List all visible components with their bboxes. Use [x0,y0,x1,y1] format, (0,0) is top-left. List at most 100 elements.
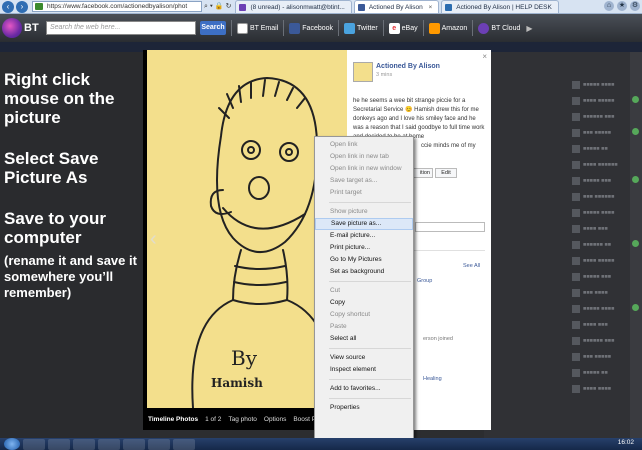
taskbar-app-paint[interactable] [173,438,195,450]
menu-item-save-picture-as[interactable]: Save picture as... [315,218,413,230]
online-status-icon [632,176,639,183]
menu-item-copy[interactable]: Copy [315,297,413,309]
instruction-step-1: Right click mouse on the picture [4,70,115,127]
avatar [572,352,580,361]
post-timestamp[interactable]: 3 mins [376,72,392,78]
edit-button[interactable]: Edit [435,168,457,178]
toolbar-divider [338,20,340,36]
menu-item-open-link-in-new-tab[interactable]: Open link in new tab [315,151,413,163]
back-button[interactable]: ‹ [2,0,14,13]
menu-item-save-target-as[interactable]: Save target as... [315,175,413,187]
menu-item-view-source[interactable]: View source [315,352,413,364]
menu-item-cut[interactable]: Cut [315,285,413,297]
avatar [572,96,580,105]
ebay-icon: e [388,22,400,34]
chat-contact: ■■■■■ ■■■ [572,176,611,185]
page-avatar[interactable] [353,62,373,82]
address-bar[interactable]: https://www.facebook.com/actionedbyaliso… [32,1,202,12]
taskbar-app-ie[interactable] [23,438,45,450]
tab-helpdesk[interactable]: Actioned By Alison | HELP DESK [441,0,559,13]
toolbar-divider [231,20,232,36]
contact-name: ■■■■■ ■■■ [583,177,612,184]
contact-name: ■■■■■ ■■ [583,369,608,376]
tab-label: Actioned By Alison [368,4,423,11]
toolbar-item-bt-email[interactable]: BT Email [237,22,278,34]
album-title[interactable]: Timeline Photos [148,416,198,423]
close-tab-icon[interactable]: × [429,4,433,11]
favorites-star-icon[interactable]: ★ [617,1,627,11]
previous-photo-arrow-icon[interactable]: ‹ [150,228,157,251]
menu-item-set-as-background[interactable]: Set as background [315,266,413,278]
toolbar-item-label: eBay [401,24,418,32]
toolbar-item-facebook[interactable]: Facebook [289,22,333,34]
see-all-link[interactable]: See All [463,263,480,269]
menu-item-open-link[interactable]: Open link [315,139,413,151]
menu-item-select-all[interactable]: Select all [315,333,413,345]
contact-name: ■■■■■ ■■■■ [583,209,615,216]
close-icon[interactable]: × [482,52,487,61]
avatar [572,304,580,313]
tag-photo-link[interactable]: Tag photo [228,416,257,423]
toolbar-item-twitter[interactable]: Twitter [344,22,378,34]
chat-contact: ■■■ ■■■■■ [572,352,611,361]
toolbar-item-bt-cloud[interactable]: BT Cloud [478,22,520,34]
taskbar-app-outlook[interactable] [123,438,145,450]
contact-name: ■■■■■ ■■■ [583,273,612,280]
search-button[interactable]: Search [200,21,226,35]
windows-taskbar: 16:02 [0,438,642,450]
search-input[interactable]: Search the web here... [46,21,196,35]
chat-contact: ■■■■■ ■■ [572,368,608,377]
avatar [572,160,580,169]
tab-facebook[interactable]: Actioned By Alison × [353,0,440,13]
contact-name: ■■■■■ ■■■■ [583,305,615,312]
menu-item-e-mail-picture[interactable]: E-mail picture... [315,230,413,242]
helpdesk-icon [445,4,453,11]
avatar [572,112,580,121]
avatar [572,128,580,137]
forward-button[interactable]: › [16,0,28,13]
address-tools-icon[interactable]: ⌕▾🔒↻ [204,2,233,11]
taskbar-app-explorer[interactable] [48,438,70,450]
toolbar-item-ebay[interactable]: e eBay [388,22,418,34]
menu-item-show-picture[interactable]: Show picture [315,206,413,218]
menu-item-properties[interactable]: Properties [315,402,413,414]
menu-item-print-target[interactable]: Print target [315,187,413,199]
menu-item-paste[interactable]: Paste [315,321,413,333]
avatar [572,256,580,265]
contact-name: ■■■ ■■■■■ [583,129,612,136]
menu-item-print-picture[interactable]: Print picture... [315,242,413,254]
chat-contact: ■■■■ ■■■ [572,224,608,233]
page-name-link[interactable]: Actioned By Alison [376,63,440,70]
tab-label: Actioned By Alison | HELP DESK [456,4,552,11]
home-icon[interactable]: ⌂ [604,1,614,11]
toolbar-more-icon[interactable]: ▶ [526,24,532,33]
menu-item-go-to-my-pictures[interactable]: Go to My Pictures [315,254,413,266]
taskbar-app-word[interactable] [148,438,170,450]
comment-input[interactable] [415,222,485,232]
taskbar-app-media[interactable] [73,438,95,450]
settings-gear-icon[interactable]: ⚙ [630,1,640,11]
group-link[interactable]: Group [417,278,487,285]
tab-email[interactable]: (8 unread) - alisonmwatt@btint... [235,0,352,13]
chat-contact: ■■■■■ ■■■■ [572,80,614,89]
option-button[interactable]: ition [411,168,433,178]
taskbar-app-chrome[interactable] [98,438,120,450]
chat-contact: ■■■ ■■■■ [572,288,608,297]
menu-item-open-link-in-new-window[interactable]: Open link in new window [315,163,413,175]
toolbar-item-amazon[interactable]: Amazon [428,22,467,34]
menu-item-copy-shortcut[interactable]: Copy shortcut [315,309,413,321]
menu-separator [329,202,411,203]
menu-item-add-to-favorites[interactable]: Add to favorites... [315,383,413,395]
contact-name: ■■■ ■■■■■■ [583,193,615,200]
avatar [572,80,580,89]
contact-name: ■■■■ ■■■■■ [583,97,615,104]
bt-toolbar: BT Search the web here... Search BT Emai… [0,14,642,42]
menu-separator [329,398,411,399]
healing-link[interactable]: Healing [423,376,442,382]
start-button[interactable] [4,438,20,450]
bt-logo[interactable]: BT [2,16,42,40]
menu-item-inspect-element[interactable]: Inspect element [315,364,413,376]
context-menu: Open link Open link in new tab Open link i… [314,136,414,439]
options-link[interactable]: Options [264,416,286,423]
contact-name: ■■■■ ■■■■ [583,385,612,392]
